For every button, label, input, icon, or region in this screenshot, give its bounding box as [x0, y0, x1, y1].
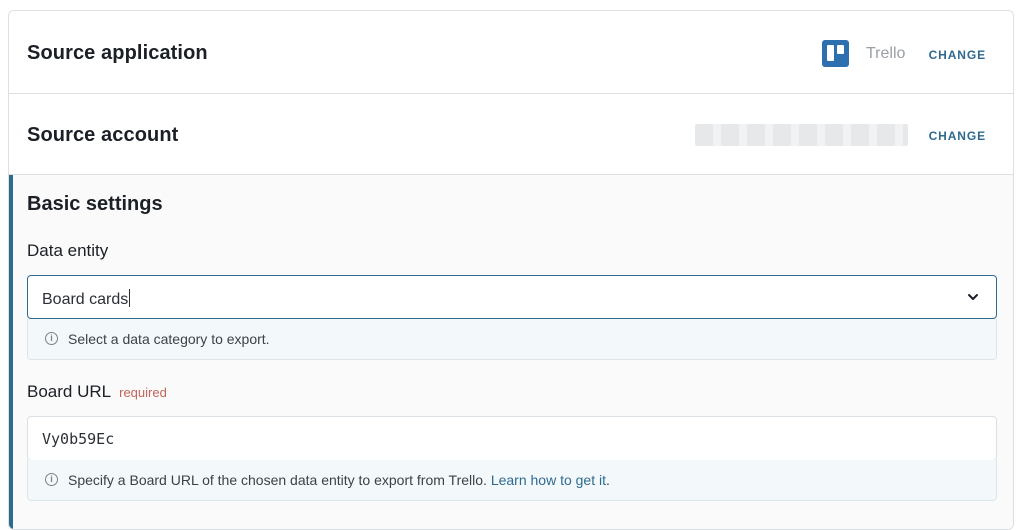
board-url-hint-text: Specify a Board URL of the chosen data e…	[68, 472, 487, 488]
data-entity-hint: i Select a data category to export.	[27, 319, 997, 360]
text-caret	[129, 289, 131, 307]
data-entity-hint-text: Select a data category to export.	[68, 331, 270, 347]
chevron-down-icon[interactable]	[966, 290, 980, 304]
board-url-hint-text-wrap: Specify a Board URL of the chosen data e…	[68, 472, 610, 488]
data-entity-select[interactable]: Board cards	[27, 275, 997, 319]
data-entity-select-value-wrap: Board cards	[42, 289, 131, 309]
data-entity-label: Data entity	[27, 241, 109, 260]
board-url-hint: i Specify a Board URL of the chosen data…	[27, 460, 997, 501]
required-badge: required	[119, 385, 167, 400]
basic-settings-title: Basic settings	[27, 193, 163, 215]
trello-logo-icon	[822, 40, 849, 67]
learn-how-link[interactable]: Learn how to get it	[491, 472, 606, 488]
data-entity-select-value: Board cards	[42, 291, 129, 308]
source-account-masked-value	[695, 124, 908, 146]
board-url-label-wrap: Board URL required	[27, 382, 167, 402]
source-account-title: Source account	[27, 124, 179, 146]
board-url-input-value: Vy0b59Ec	[42, 430, 115, 448]
basic-settings-section: Basic settings Data entity Board cards i…	[9, 175, 1013, 529]
integration-config-panel: Source application Trello CHANGE Source …	[8, 10, 1014, 530]
source-application-title: Source application	[27, 42, 208, 64]
board-url-hint-suffix: .	[606, 472, 610, 488]
change-source-account-button[interactable]: CHANGE	[929, 129, 986, 143]
source-account-row: Source account CHANGE	[9, 94, 1013, 175]
source-application-row: Source application Trello CHANGE	[9, 11, 1013, 94]
change-source-application-button[interactable]: CHANGE	[929, 48, 986, 62]
source-application-name: Trello	[866, 45, 906, 62]
board-url-label: Board URL	[27, 382, 112, 401]
info-icon: i	[45, 473, 58, 486]
board-url-input[interactable]: Vy0b59Ec	[27, 416, 997, 461]
info-icon: i	[45, 332, 58, 345]
